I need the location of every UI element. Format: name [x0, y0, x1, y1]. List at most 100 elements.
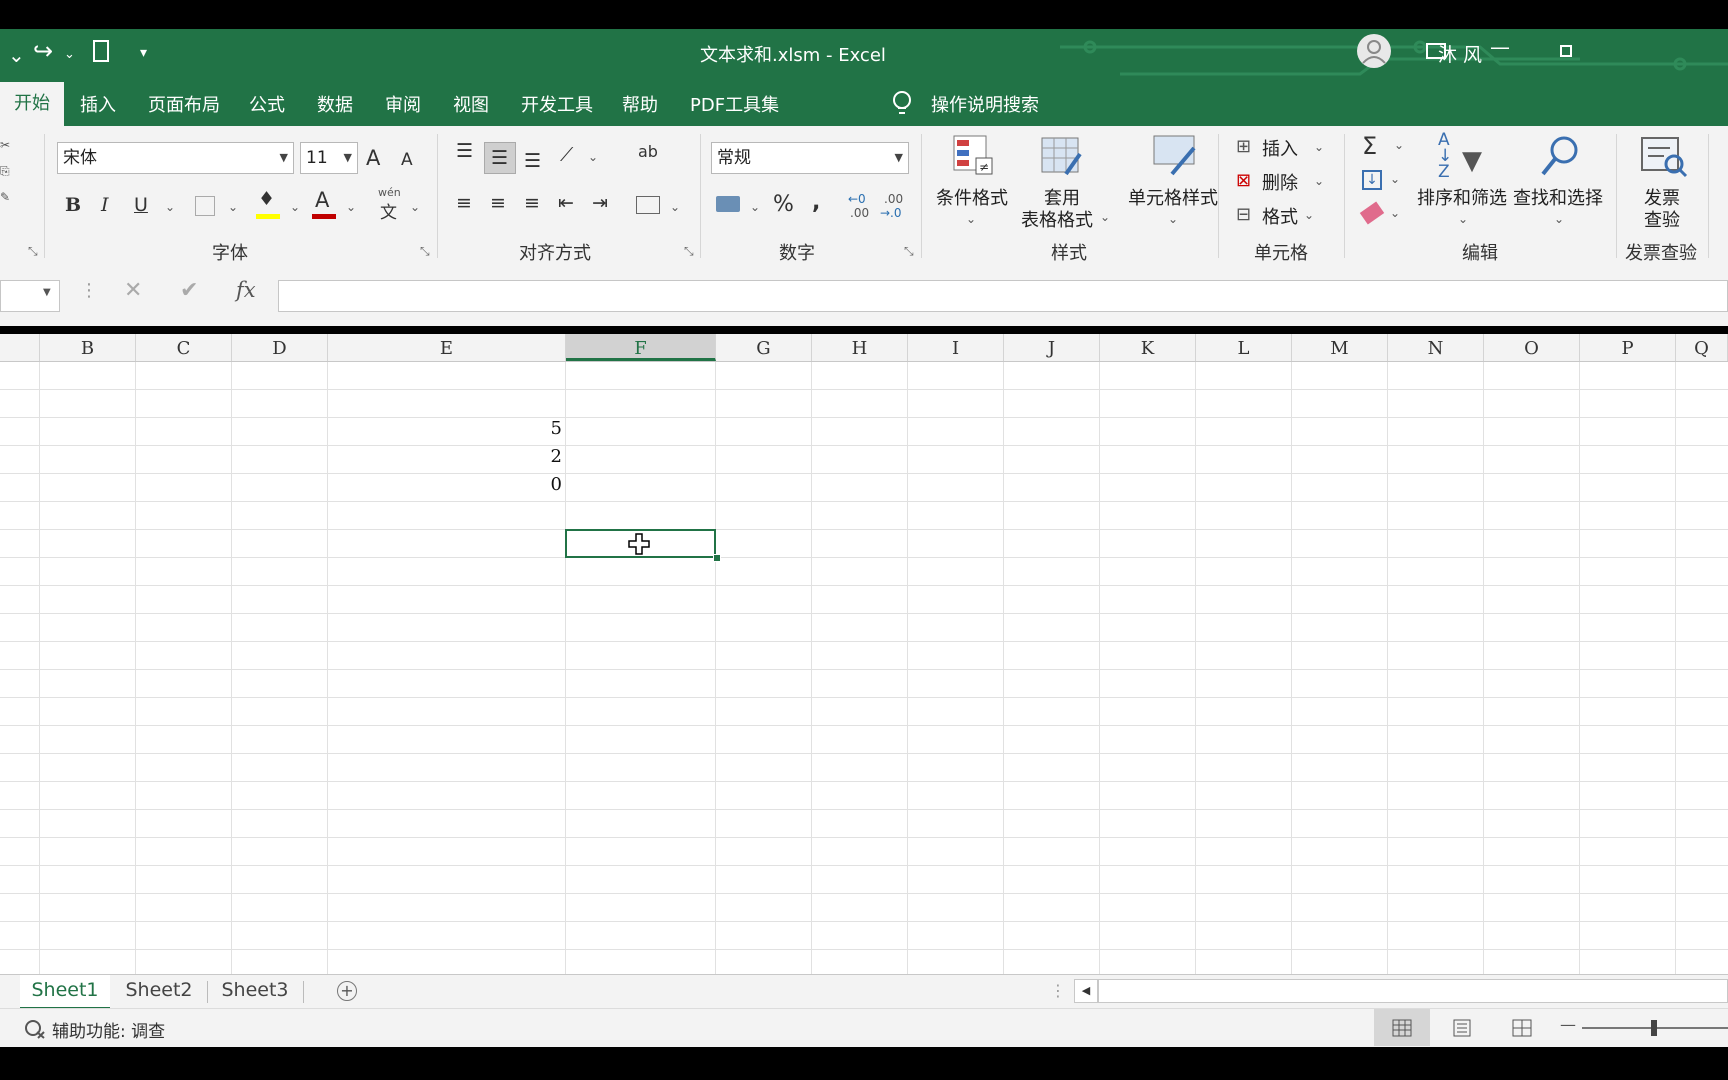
page-break-preview-icon[interactable] — [1512, 1019, 1532, 1037]
normal-view-button[interactable] — [1374, 1009, 1430, 1046]
underline-button[interactable]: U — [134, 194, 148, 216]
column-header-k[interactable]: K — [1100, 334, 1196, 361]
column-header-q[interactable]: Q — [1676, 334, 1728, 361]
decrease-indent-icon[interactable]: ⇤ — [558, 192, 574, 214]
sort-filter-button[interactable]: A↓Z ▼ 排序和筛选 ⌄ — [1412, 130, 1512, 234]
font-name-combo[interactable]: 宋体 ▼ — [57, 142, 294, 174]
insert-cells-button[interactable]: ⊞ 插入 ⌄ — [1234, 134, 1344, 162]
grow-font-button[interactable]: A — [366, 146, 380, 170]
tab-view[interactable]: 视图 — [449, 91, 493, 117]
tab-pdf-tools[interactable]: PDF工具集 — [686, 91, 783, 117]
tab-page-layout[interactable]: 页面布局 — [144, 91, 224, 117]
accounting-format-icon[interactable] — [716, 196, 740, 212]
cell-e-value[interactable]: 2 — [330, 446, 562, 467]
increase-decimal-bottom[interactable]: .00 — [850, 206, 869, 220]
column-header-o[interactable]: O — [1484, 334, 1580, 361]
sheet-tab-1[interactable]: Sheet1 — [20, 975, 110, 1010]
column-header-m[interactable]: M — [1292, 334, 1388, 361]
cell-e-value[interactable]: 0 — [330, 474, 562, 495]
scroll-left-button[interactable]: ◀ — [1074, 979, 1098, 1003]
chevron-down-icon[interactable]: ⌄ — [290, 200, 300, 214]
chevron-down-icon[interactable]: ⌄ — [1390, 206, 1400, 220]
font-color-icon[interactable]: A — [315, 188, 329, 212]
italic-button[interactable]: I — [101, 194, 109, 216]
top-align-icon[interactable]: ☰ — [456, 140, 473, 162]
avatar[interactable] — [1357, 34, 1391, 68]
tab-formulas[interactable]: 公式 — [245, 91, 289, 117]
chevron-down-icon[interactable]: ⌄ — [750, 200, 760, 214]
chevron-down-icon[interactable]: ⌄ — [165, 200, 175, 214]
cancel-icon[interactable]: ✕ — [124, 278, 142, 303]
new-file-icon[interactable] — [93, 40, 109, 62]
bottom-align-icon[interactable]: ☰ — [524, 150, 541, 172]
qat-dropdown-icon[interactable]: ⌄ — [8, 43, 25, 67]
increase-indent-icon[interactable]: ⇥ — [592, 192, 608, 214]
bold-button[interactable]: B — [65, 194, 81, 216]
percent-button[interactable]: % — [773, 192, 794, 217]
shrink-font-button[interactable]: A — [401, 150, 413, 170]
column-header-d[interactable]: D — [232, 334, 328, 361]
decrease-decimal-bottom[interactable]: →.0 — [880, 206, 902, 220]
alignment-launcher-icon[interactable]: ⤡ — [684, 244, 694, 259]
orientation-icon[interactable]: ⟋ — [560, 144, 573, 166]
font-size-combo[interactable]: 11 ▼ — [300, 142, 358, 174]
chevron-down-icon[interactable]: ⌄ — [228, 200, 238, 214]
column-header-p[interactable]: P — [1580, 334, 1676, 361]
column-header-g[interactable]: G — [716, 334, 812, 361]
ribbon-display-options-icon[interactable] — [1426, 43, 1446, 59]
phonetic-icon[interactable]: 文 — [380, 198, 397, 223]
zoom-out-icon[interactable]: — — [1560, 1015, 1576, 1034]
fill-down-icon[interactable]: ↓ — [1362, 170, 1382, 190]
comma-button[interactable]: , — [812, 190, 820, 215]
align-center-icon[interactable]: ≡ — [490, 192, 506, 214]
clear-eraser-icon[interactable] — [1359, 201, 1385, 225]
copy-icon[interactable]: ⎘ — [0, 164, 10, 179]
column-header-j[interactable]: J — [1004, 334, 1100, 361]
chevron-down-icon[interactable]: ⌄ — [588, 150, 598, 164]
tab-help[interactable]: 帮助 — [618, 91, 662, 117]
formula-input[interactable] — [278, 280, 1728, 312]
cell-e-value[interactable]: 5 — [330, 418, 562, 439]
column-header-l[interactable]: L — [1196, 334, 1292, 361]
number-launcher-icon[interactable]: ⤡ — [904, 244, 914, 259]
column-header-h[interactable]: H — [812, 334, 908, 361]
page-layout-view-icon[interactable] — [1452, 1019, 1472, 1037]
tab-data[interactable]: 数据 — [313, 91, 357, 117]
borders-icon[interactable] — [195, 196, 215, 216]
increase-decimal-top[interactable]: ←0 — [848, 192, 866, 206]
chevron-down-icon[interactable]: ⌄ — [670, 200, 680, 214]
invoice-check-button[interactable]: 发票 查验 — [1620, 130, 1704, 234]
column-header-e[interactable]: E — [328, 334, 566, 361]
format-painter-icon[interactable]: ✎ — [0, 190, 10, 204]
format-cells-button[interactable]: ⊟ 格式 ⌄ — [1234, 202, 1344, 230]
column-header-i[interactable]: I — [908, 334, 1004, 361]
insert-function-button[interactable]: fx — [236, 278, 256, 302]
align-right-icon[interactable]: ≡ — [524, 192, 540, 214]
tab-insert[interactable]: 插入 — [76, 91, 120, 117]
redo-dropdown-icon[interactable]: ⌄ — [64, 47, 75, 62]
merge-center-icon[interactable] — [636, 196, 660, 214]
zoom-slider-thumb[interactable] — [1651, 1020, 1657, 1036]
chevron-down-icon[interactable]: ⌄ — [1394, 138, 1404, 152]
minimize-icon[interactable]: — — [1490, 35, 1510, 59]
tab-developer[interactable]: 开发工具 — [517, 91, 597, 117]
maximize-icon[interactable] — [1560, 45, 1572, 57]
column-header-f[interactable]: F — [566, 334, 716, 361]
add-sheet-button[interactable]: + — [337, 981, 357, 1001]
enter-check-icon[interactable]: ✔ — [180, 278, 198, 303]
redo-icon[interactable]: ↪ — [33, 37, 53, 65]
column-header-n[interactable]: N — [1388, 334, 1484, 361]
accessibility-status[interactable]: 辅助功能: 调查 — [52, 1017, 165, 1042]
fill-handle[interactable] — [713, 554, 721, 562]
chevron-down-icon[interactable]: ⌄ — [410, 200, 420, 214]
number-format-combo[interactable]: 常规 ▼ — [711, 142, 909, 174]
horizontal-scrollbar[interactable] — [1098, 979, 1728, 1003]
row-header-corner[interactable] — [0, 334, 40, 361]
column-header-c[interactable]: C — [136, 334, 232, 361]
autosum-icon[interactable]: Σ — [1362, 132, 1377, 160]
cut-icon[interactable]: ✂ — [0, 138, 10, 152]
column-header-b[interactable]: B — [40, 334, 136, 361]
format-as-table-button[interactable]: 套用 表格格式 ⌄ — [1014, 130, 1110, 234]
name-box[interactable]: ▼ — [0, 280, 60, 312]
chevron-down-icon[interactable]: ⌄ — [346, 200, 356, 214]
